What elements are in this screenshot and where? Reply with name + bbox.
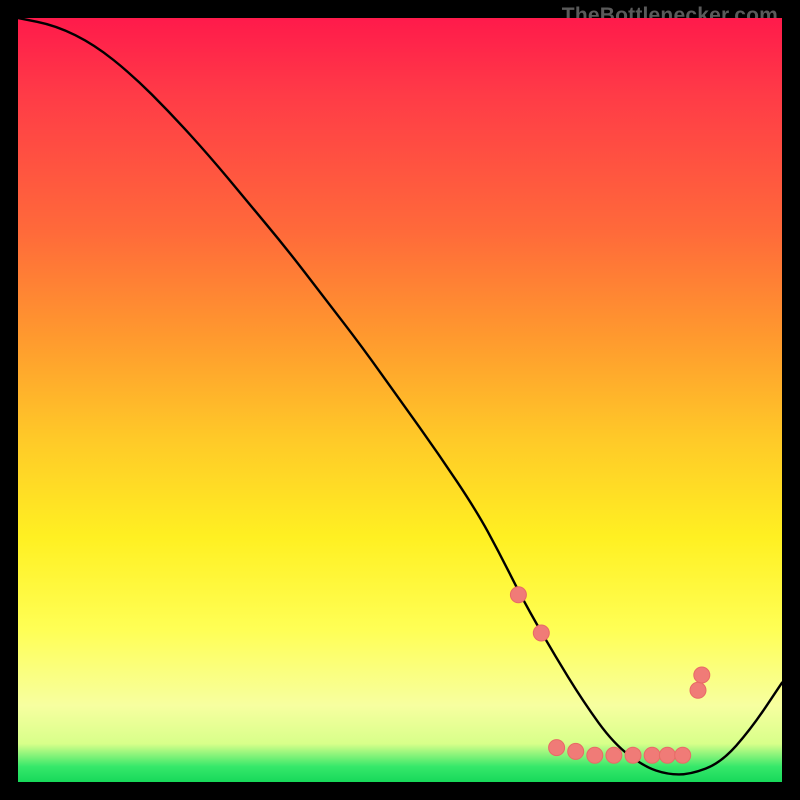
chart-frame: TheBottlenecker.com bbox=[0, 0, 800, 800]
curve-marker bbox=[510, 587, 526, 603]
curve-marker bbox=[644, 747, 660, 763]
curve-marker bbox=[549, 740, 565, 756]
curve-marker bbox=[533, 625, 549, 641]
plot-area bbox=[18, 18, 782, 782]
curve-marker bbox=[587, 747, 603, 763]
bottleneck-curve bbox=[18, 18, 782, 774]
curve-marker bbox=[690, 682, 706, 698]
curve-marker bbox=[568, 743, 584, 759]
curve-marker bbox=[625, 747, 641, 763]
curve-layer bbox=[18, 18, 782, 782]
curve-marker bbox=[675, 747, 691, 763]
curve-marker bbox=[694, 667, 710, 683]
curve-marker bbox=[659, 747, 675, 763]
curve-marker bbox=[606, 747, 622, 763]
